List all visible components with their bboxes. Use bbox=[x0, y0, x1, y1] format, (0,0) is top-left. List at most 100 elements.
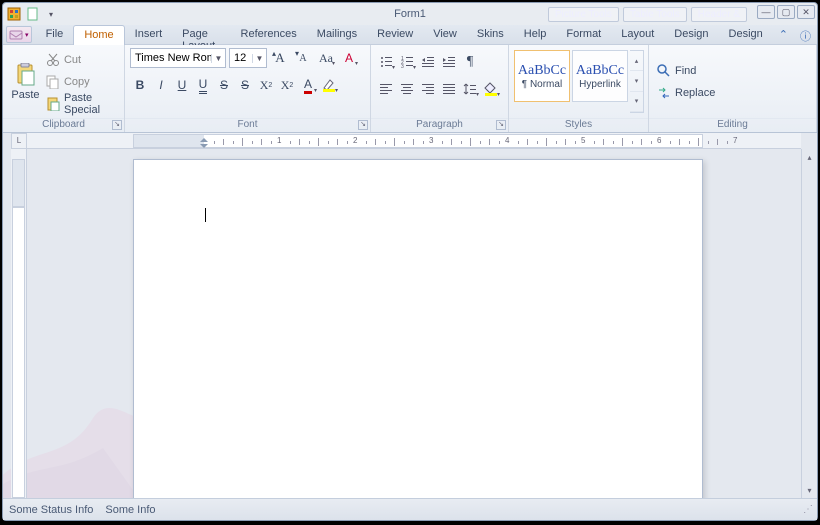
tab-view[interactable]: View bbox=[423, 25, 467, 44]
tab-page-layout[interactable]: Page Layout bbox=[172, 25, 230, 44]
help-icon[interactable]: ⓘ bbox=[794, 25, 817, 44]
resize-grip-icon[interactable]: ⋰ bbox=[803, 504, 811, 515]
style-hyperlink[interactable]: AaBbCc Hyperlink bbox=[572, 50, 628, 102]
document-canvas[interactable] bbox=[27, 149, 801, 498]
ribbon: Paste Cut Copy Paste Special Clipboard↘ … bbox=[3, 45, 817, 133]
maximize-button[interactable]: ▢ bbox=[777, 5, 795, 19]
horizontal-ruler[interactable]: 1234567 bbox=[27, 133, 801, 149]
clear-format-button[interactable]: A bbox=[339, 48, 359, 68]
numbering-button[interactable]: 123 bbox=[397, 52, 417, 72]
cut-button: Cut bbox=[43, 50, 119, 70]
tab-format[interactable]: Format bbox=[556, 25, 611, 44]
bold-button[interactable]: B bbox=[130, 75, 150, 95]
context-tab-table[interactable]: Table Tools bbox=[623, 7, 687, 22]
line-spacing-button[interactable] bbox=[460, 79, 480, 99]
title-bar: ▾ Form1 Picture Tools Table Tools Header… bbox=[3, 3, 817, 25]
style-normal[interactable]: AaBbCc ¶ Normal bbox=[514, 50, 570, 102]
line-spacing-icon bbox=[463, 82, 477, 96]
tab-design-2[interactable]: Design bbox=[719, 25, 773, 44]
superscript-button[interactable]: X2 bbox=[256, 75, 276, 95]
tab-home[interactable]: Home bbox=[73, 25, 124, 45]
shading-button[interactable] bbox=[481, 79, 501, 99]
tab-layout[interactable]: Layout bbox=[611, 25, 664, 44]
chevron-down-icon: ▼ bbox=[252, 54, 266, 63]
double-strike-button[interactable]: S bbox=[235, 75, 255, 95]
bullets-button[interactable] bbox=[376, 52, 396, 72]
shrink-font-button[interactable]: ▾A bbox=[293, 48, 313, 68]
find-icon bbox=[657, 64, 671, 78]
svg-text:3: 3 bbox=[401, 64, 404, 69]
scroll-down-icon[interactable]: ▾ bbox=[802, 482, 817, 498]
workspace: L 1234567 ▴ ▾ bbox=[3, 133, 817, 498]
grow-font-button[interactable]: ▴A bbox=[270, 48, 290, 68]
tab-insert[interactable]: Insert bbox=[125, 25, 173, 44]
tab-skins[interactable]: Skins bbox=[467, 25, 514, 44]
numbering-icon: 123 bbox=[400, 55, 414, 69]
tab-review[interactable]: Review bbox=[367, 25, 423, 44]
styles-gallery-arrows[interactable]: ▴▾▾ bbox=[630, 50, 644, 113]
qat-new-icon[interactable] bbox=[25, 6, 41, 22]
highlight-icon bbox=[322, 78, 336, 92]
font-expand-icon[interactable]: ↘ bbox=[358, 120, 368, 130]
group-styles: AaBbCc ¶ Normal AaBbCc Hyperlink ▴▾▾ Sty… bbox=[509, 45, 649, 132]
ribbon-minimize-icon[interactable]: ⌃ bbox=[773, 25, 794, 44]
align-right-icon bbox=[421, 82, 435, 96]
context-tool-tabs: Picture Tools Table Tools Header & bbox=[548, 7, 747, 22]
context-tab-header[interactable]: Header & bbox=[691, 7, 747, 22]
context-tab-picture[interactable]: Picture Tools bbox=[548, 7, 619, 22]
group-clipboard: Paste Cut Copy Paste Special Clipboard↘ bbox=[3, 45, 125, 132]
show-marks-button[interactable]: ¶ bbox=[460, 52, 480, 72]
page[interactable] bbox=[133, 159, 703, 498]
scroll-up-icon[interactable]: ▴ bbox=[802, 149, 817, 165]
status-left: Some Status Info bbox=[9, 504, 93, 516]
text-cursor bbox=[205, 208, 206, 222]
group-styles-label: Styles bbox=[565, 119, 592, 130]
indent-button[interactable] bbox=[439, 52, 459, 72]
italic-button[interactable]: I bbox=[151, 75, 171, 95]
vertical-ruler[interactable] bbox=[11, 149, 27, 498]
group-paragraph-label: Paragraph bbox=[416, 119, 463, 130]
highlight-button[interactable] bbox=[319, 75, 339, 95]
paragraph-expand-icon[interactable]: ↘ bbox=[496, 120, 506, 130]
scissors-icon bbox=[46, 53, 60, 67]
tab-design-1[interactable]: Design bbox=[664, 25, 718, 44]
minimize-button[interactable]: — bbox=[757, 5, 775, 19]
font-color-button[interactable]: A bbox=[298, 75, 318, 95]
qat-dropdown-icon[interactable]: ▾ bbox=[43, 6, 59, 22]
strikethrough-button[interactable]: S bbox=[214, 75, 234, 95]
replace-button[interactable]: Replace bbox=[654, 83, 718, 103]
outdent-icon bbox=[421, 55, 435, 69]
tab-mailings[interactable]: Mailings bbox=[307, 25, 367, 44]
align-center-button[interactable] bbox=[397, 79, 417, 99]
font-name-combo[interactable]: Times New Roman▼ bbox=[130, 48, 226, 68]
align-right-button[interactable] bbox=[418, 79, 438, 99]
align-left-button[interactable] bbox=[376, 79, 396, 99]
underline-button[interactable]: U bbox=[172, 75, 192, 95]
tab-file[interactable]: File bbox=[36, 25, 74, 44]
tab-references[interactable]: References bbox=[231, 25, 307, 44]
find-button[interactable]: Find bbox=[654, 61, 718, 81]
align-justify-button[interactable] bbox=[439, 79, 459, 99]
tab-help[interactable]: Help bbox=[514, 25, 557, 44]
paste-button[interactable]: Paste bbox=[8, 48, 43, 115]
copy-icon bbox=[46, 75, 60, 89]
app-window: ▾ Form1 Picture Tools Table Tools Header… bbox=[2, 2, 818, 521]
font-size-combo[interactable]: 12▼ bbox=[229, 48, 267, 68]
paste-label: Paste bbox=[11, 89, 39, 101]
outdent-button[interactable] bbox=[418, 52, 438, 72]
clipboard-expand-icon[interactable]: ↘ bbox=[112, 120, 122, 130]
group-editing-label: Editing bbox=[717, 119, 748, 130]
align-center-icon bbox=[400, 82, 414, 96]
subscript-button[interactable]: X2 bbox=[277, 75, 297, 95]
double-underline-button[interactable]: U bbox=[193, 75, 213, 95]
ruler-corner: L bbox=[11, 133, 27, 149]
paste-icon bbox=[13, 63, 37, 87]
close-button[interactable]: ✕ bbox=[797, 5, 815, 19]
shading-icon bbox=[484, 82, 498, 96]
chevron-down-icon: ▼ bbox=[211, 54, 225, 63]
first-line-indent-icon[interactable] bbox=[200, 134, 208, 142]
vertical-scrollbar[interactable]: ▴ ▾ bbox=[801, 149, 817, 498]
app-menu-button[interactable]: ▾ bbox=[6, 26, 32, 43]
paste-special-button[interactable]: Paste Special bbox=[43, 94, 119, 114]
change-case-button[interactable]: Aa bbox=[316, 48, 336, 68]
